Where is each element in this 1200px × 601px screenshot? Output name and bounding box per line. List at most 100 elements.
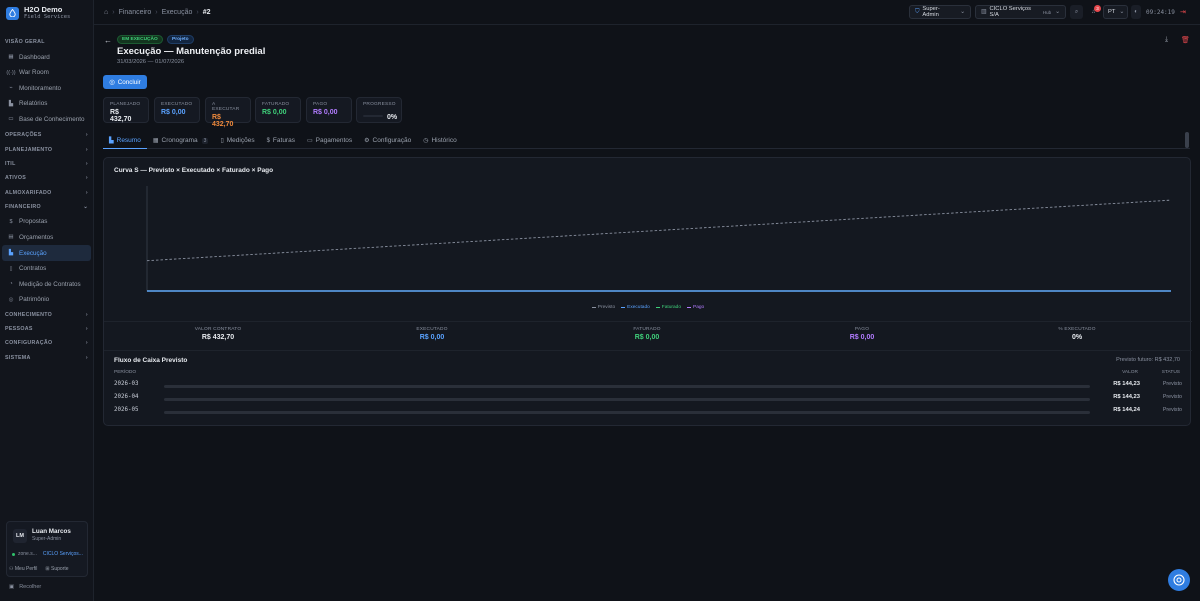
sidebar-item-propostas[interactable]: $ Propostas [2, 214, 91, 230]
sidebar-item-monitoramento[interactable]: ⌁ Monitoramento [2, 80, 91, 96]
legend-previsto[interactable]: Previsto [591, 305, 615, 310]
status-badge: EM EXECUÇÃO [117, 35, 163, 44]
history-icon: ◷ [423, 138, 429, 144]
sidebar-item-execucao[interactable]: ▙ Execução [2, 245, 91, 261]
trash-icon[interactable]: 🗑 [1181, 36, 1190, 44]
section-planejamento[interactable]: PLANEJAMENTO › [0, 143, 93, 157]
building-icon: ▥ [981, 9, 987, 15]
section-label: PESSOAS [5, 326, 33, 333]
col-status: STATUS [1161, 370, 1180, 375]
kpi-value: R$ 432,70 [110, 109, 132, 123]
row-period: 2026-05 [114, 407, 139, 413]
tab-historico[interactable]: ◷ Histórico [417, 132, 463, 149]
user-tenant[interactable]: zone.s... CICLO Serviços... [12, 551, 83, 557]
row-value: R$ 144,23 [1113, 394, 1140, 400]
section-financeiro[interactable]: FINANCEIRO ⌄ [0, 200, 93, 214]
search-icon[interactable]: ⌕ [1070, 5, 1083, 19]
tenant-label: zone.s... [18, 551, 37, 557]
section-pessoas[interactable]: PESSOAS › [0, 322, 93, 336]
section-visao-geral: VISÃO GERAL [0, 35, 93, 49]
scrollbar[interactable] [1185, 132, 1189, 148]
conclude-button[interactable]: ◎ Concluir [103, 75, 147, 89]
help-button[interactable] [1168, 569, 1190, 591]
table-row: 2026-04 R$ 144,23 Previsto [104, 394, 1192, 405]
tab-cronograma[interactable]: ▦ Cronograma 3 [147, 132, 215, 149]
tab-pagamentos[interactable]: ▭ Pagamentos [301, 132, 358, 149]
kpi-value: 0% [387, 114, 398, 121]
summary-valor-contrato: VALOR CONTRATO R$ 432,70 [158, 327, 278, 341]
sidebar-item-label: Relatórios [19, 100, 48, 108]
section-almoxarifado[interactable]: ALMOXARIFADO › [0, 185, 93, 199]
sidebar-item-patrimonio[interactable]: ◎ Patrimônio [2, 292, 91, 308]
summary-value: R$ 432,70 [201, 334, 235, 341]
online-dot-icon [12, 552, 15, 556]
org-link[interactable]: CICLO Serviços... [43, 551, 83, 557]
user-links: ⚇ Meu Perfil ⊞ Suporte [9, 566, 69, 572]
summary-faturado: FATURADO R$ 0,00 [587, 327, 707, 341]
legend-faturado[interactable]: Faturado [655, 305, 681, 310]
logout-icon[interactable]: ⇥ [1180, 8, 1186, 16]
sidebar-item-medicao-contratos[interactable]: ◔ Medição de Contratos [2, 276, 91, 292]
role-selector[interactable]: ⛉ Super-Admin ⌄ [909, 5, 971, 19]
sidebar-item-label: War Room [19, 69, 49, 77]
kpi-executado: EXECUTADO R$ 0,00 [154, 97, 200, 123]
brand[interactable]: H2O Demo Field Services [0, 0, 93, 26]
section-configuracao[interactable]: CONFIGURAÇÃO › [0, 336, 93, 350]
row-bar [164, 385, 1090, 388]
summary-pago: PAGO R$ 0,00 [802, 327, 922, 341]
chevron-right-icon: › [85, 340, 88, 347]
avatar[interactable]: LM [13, 529, 27, 543]
theme-toggle-icon[interactable]: ◐ [1131, 5, 1141, 19]
section-operacoes[interactable]: OPERAÇÕES › [0, 128, 93, 142]
chevron-down-icon: ⌄ [1119, 9, 1125, 15]
tab-medicoes[interactable]: ▯ Medições [214, 132, 260, 149]
sidebar-item-contratos[interactable]: ▯ Contratos [2, 261, 91, 277]
sidebar-item-base-conhecimento[interactable]: ▭ Base de Conhecimento [2, 112, 91, 128]
profile-link[interactable]: ⚇ Meu Perfil [9, 566, 37, 572]
section-sistema[interactable]: SISTEMA › [0, 351, 93, 365]
download-icon[interactable]: ⤓ [1165, 36, 1168, 44]
user-role: Super-Admin [32, 536, 62, 542]
tab-configuracao[interactable]: ⚙ Configuração [358, 132, 417, 149]
water-drop-icon [6, 6, 19, 20]
sidebar-item-label: Dashboard [19, 53, 50, 61]
sidebar-item-label: Execução [19, 249, 47, 257]
user-name: Luan Marcos [32, 528, 71, 535]
breadcrumb-financeiro[interactable]: Financeiro [119, 9, 152, 16]
cashflow-title: Fluxo de Caixa Previsto [114, 357, 188, 364]
section-conhecimento[interactable]: CONHECIMENTO › [0, 308, 93, 322]
breadcrumb-execucao[interactable]: Execução [162, 9, 193, 16]
sidebar: H2O Demo Field Services VISÃO GERAL ▦ Das… [0, 0, 94, 601]
tab-resumo[interactable]: ▙ Resumo [103, 132, 147, 149]
legend-executado[interactable]: Executado [621, 305, 650, 310]
section-itil[interactable]: ITIL › [0, 157, 93, 171]
company-selector[interactable]: ▥ CICLO Serviços S/A Hub ⌄ [975, 5, 1066, 19]
support-link[interactable]: ⊞ Suporte [45, 566, 68, 572]
grid-icon: ▦ [8, 54, 14, 61]
collapse-sidebar-button[interactable]: ▣ Recolher [9, 584, 41, 590]
section-ativos[interactable]: ATIVOS › [0, 171, 93, 185]
home-icon[interactable]: ⌂ [104, 9, 108, 16]
legend-pago[interactable]: Pago [687, 305, 704, 310]
chart-icon: ▙ [8, 100, 14, 107]
sidebar-item-orcamentos[interactable]: ▤ Orçamentos [2, 230, 91, 246]
cashflow-future: Previsto futuro: R$ 432,70 [1116, 357, 1180, 363]
chevron-down-icon: ⌄ [1055, 9, 1060, 15]
sidebar-item-war-room[interactable]: ((·)) War Room [2, 65, 91, 81]
sidebar-item-dashboard[interactable]: ▦ Dashboard [2, 49, 91, 65]
tab-label: Faturas [272, 137, 295, 144]
back-arrow-icon[interactable]: ← [104, 36, 112, 45]
user-card: LM Luan Marcos Super-Admin zone.s... CICL… [6, 521, 88, 577]
conclude-label: Concluir [117, 78, 141, 86]
summary-executado: EXECUTADO R$ 0,00 [372, 327, 492, 341]
language-selector[interactable]: PT ⌄ [1103, 5, 1128, 19]
kpi-progresso: PROGRESSO 0% [356, 97, 402, 123]
clock: 09:24:19 [1146, 9, 1175, 16]
section-label: SISTEMA [5, 354, 31, 361]
tab-faturas[interactable]: $ Faturas [261, 132, 301, 149]
section-label: ATIVOS [5, 175, 27, 182]
notification-badge: 3 [1094, 5, 1101, 12]
company-label: CICLO Serviços S/A [989, 6, 1032, 18]
sidebar-item-label: Propostas [19, 218, 48, 226]
sidebar-item-relatorios[interactable]: ▙ Relatórios [2, 96, 91, 112]
